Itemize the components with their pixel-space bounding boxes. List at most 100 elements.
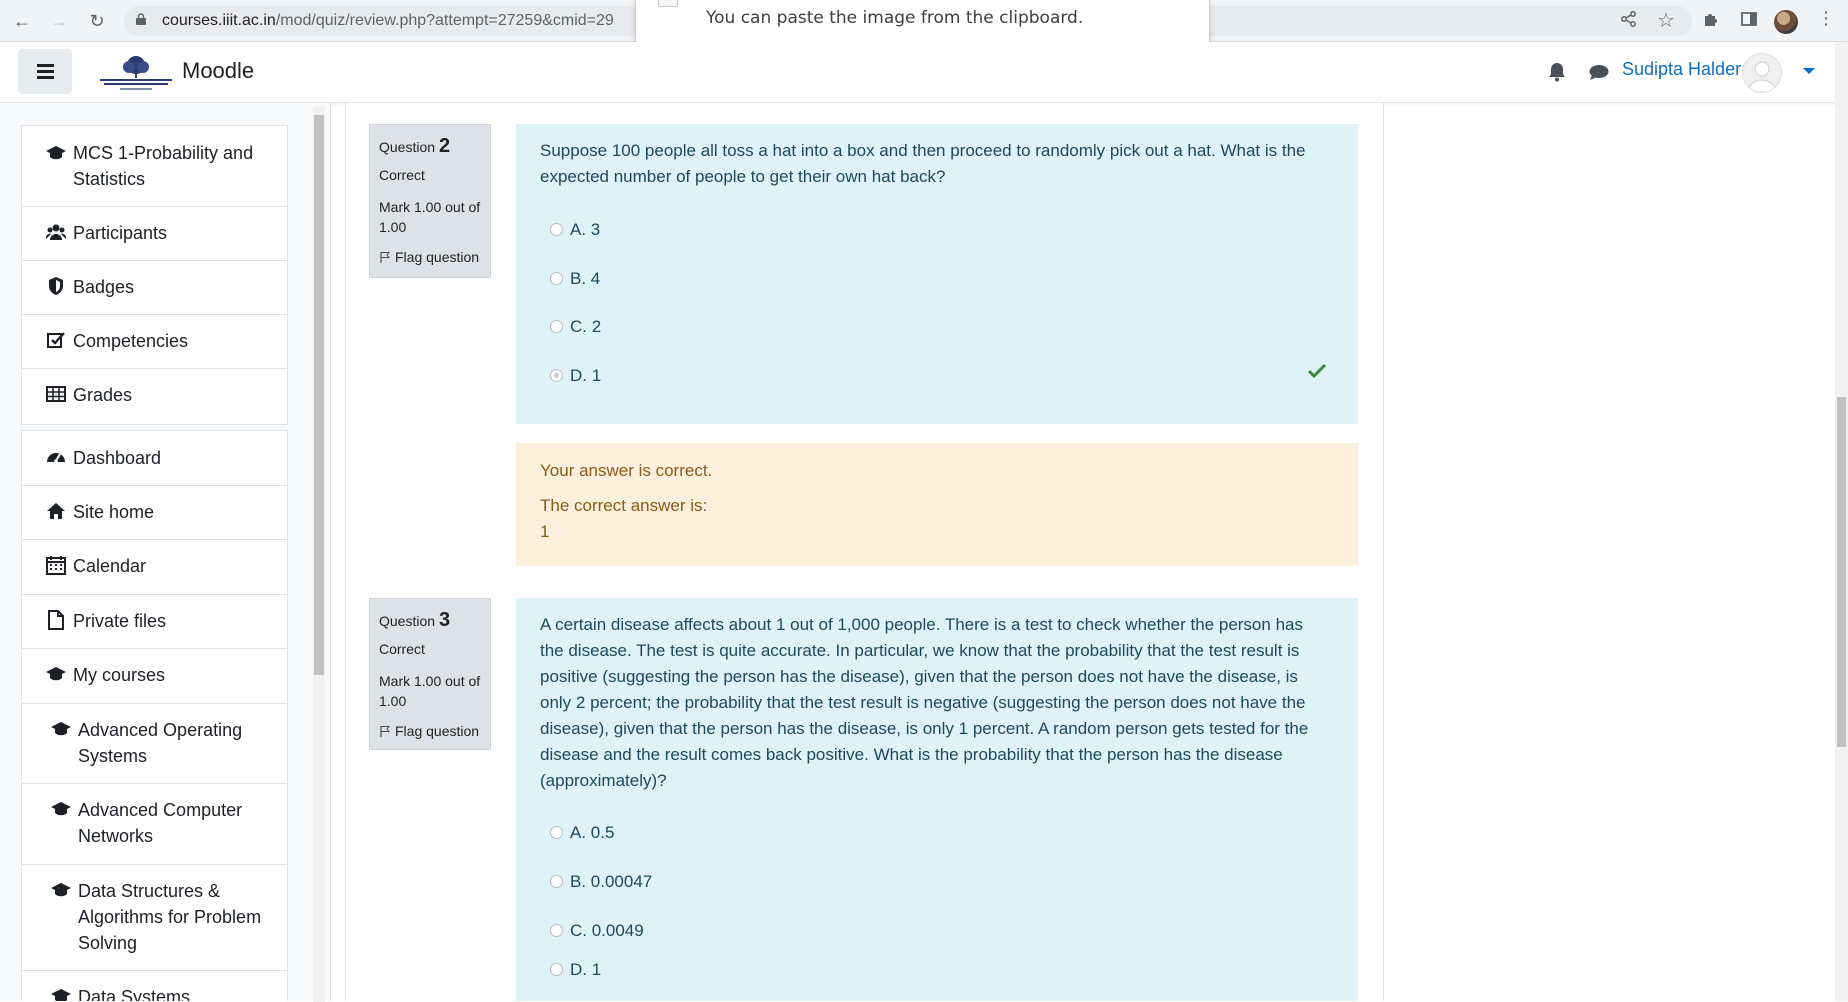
extensions-puzzle-icon[interactable] <box>1702 10 1720 28</box>
drawer-item-label: Advanced Operating Systems <box>78 720 243 766</box>
drawer-item-badges[interactable]: Badges <box>22 260 287 315</box>
dashboard-icon <box>47 453 65 463</box>
drawer-item-competencies[interactable]: Competencies <box>22 314 287 369</box>
drawer-item-grades[interactable]: Grades <box>22 368 287 423</box>
drawer-item-label: My courses <box>73 665 166 685</box>
drawer-item-label: Grades <box>73 385 133 405</box>
chat-bubble-icon[interactable] <box>1589 64 1609 81</box>
question-formulation-q3: A certain disease affects about 1 out of… <box>516 598 1358 1001</box>
drawer-item-label: Data Systems <box>78 987 191 1001</box>
shield-icon <box>49 277 63 295</box>
user-name[interactable]: Sudipta Halder <box>1622 59 1741 80</box>
drawer-item-course-aos[interactable]: Advanced Operating Systems <box>22 703 287 784</box>
radio-button[interactable] <box>550 875 563 888</box>
users-icon <box>46 224 66 240</box>
drawer-toggle-button[interactable] <box>18 49 72 94</box>
drawer-item-my-courses[interactable]: My courses <box>22 648 287 704</box>
bookmark-star-icon[interactable]: ☆ <box>1657 8 1675 33</box>
radio-button[interactable] <box>550 320 563 333</box>
user-avatar[interactable] <box>1742 53 1782 93</box>
bell-icon[interactable] <box>1548 62 1566 82</box>
question-text: Suppose 100 people all toss a hat into a… <box>540 141 1306 186</box>
flag-icon <box>380 252 391 263</box>
drawer-item-label: Badges <box>73 277 135 297</box>
radio-button[interactable] <box>550 272 563 285</box>
correct-check-icon <box>1308 364 1326 378</box>
graduation-cap-icon <box>46 667 66 681</box>
drawer-item-participants[interactable]: Participants <box>22 206 287 261</box>
reload-icon[interactable]: ↻ <box>84 8 110 34</box>
nav-drawer: MCS 1-Probability and Statistics Partici… <box>0 103 331 1001</box>
check-square-icon <box>47 332 65 348</box>
graduation-cap-icon <box>46 146 66 160</box>
course-nav-group: MCS 1-Probability and Statistics Partici… <box>21 125 288 425</box>
radio-button[interactable] <box>550 963 563 976</box>
drawer-scrollbar[interactable] <box>313 107 325 1002</box>
graduation-cap-icon <box>51 883 71 897</box>
drawer-item-private-files[interactable]: Private files <box>22 594 287 649</box>
question-number: Question 3 <box>379 609 451 631</box>
question-grade: Mark 1.00 out of 1.00 <box>379 199 481 235</box>
drawer-item-label: MCS 1-Probability and Statistics <box>73 143 254 189</box>
url-path: /mod/quiz/review.php?attempt=27259&cmid=… <box>275 12 614 29</box>
radio-button-selected[interactable] <box>550 369 563 382</box>
radio-button[interactable] <box>550 223 563 236</box>
drawer-item-label: Participants <box>73 223 168 243</box>
drawer-item-course-dsa[interactable]: Data Structures & Algorithms for Problem… <box>22 864 287 971</box>
clipboard-toast: You can paste the image from the clipboa… <box>635 0 1210 46</box>
profile-avatar[interactable] <box>1774 10 1798 34</box>
feedback-correct-value: 1 <box>540 522 550 541</box>
page-scrollbar[interactable] <box>1835 42 1848 1001</box>
site-nav-group: Dashboard Site home Calendar Private fil… <box>21 430 288 1001</box>
top-navbar: Moodle Sudipta Halder <box>0 42 1848 103</box>
clipboard-image-icon <box>658 0 678 7</box>
table-icon <box>46 386 66 402</box>
question-state: Correct <box>379 641 425 657</box>
url-text: courses.iiit.ac.in/mod/quiz/review.php?a… <box>162 12 614 30</box>
flag-icon <box>380 726 391 737</box>
url-host: courses.iiit.ac.in <box>162 12 276 29</box>
graduation-cap-icon <box>51 722 71 736</box>
radio-button[interactable] <box>550 924 563 937</box>
question-number: Question 2 <box>379 135 451 157</box>
drawer-item-label: Calendar <box>73 556 147 576</box>
iiit-logo <box>100 56 172 90</box>
radio-button[interactable] <box>550 826 563 839</box>
lock-icon <box>136 13 146 25</box>
drawer-item-course[interactable]: MCS 1-Probability and Statistics <box>22 126 287 207</box>
user-menu-chevron-down-icon[interactable] <box>1803 68 1815 74</box>
more-menu-icon[interactable]: ⋮ <box>1817 8 1835 29</box>
file-icon <box>48 610 64 630</box>
feedback-correct-label: The correct answer is: <box>540 496 708 515</box>
drawer-item-calendar[interactable]: Calendar <box>22 539 287 595</box>
question-info-q3: Question 3 Correct Mark 1.00 out of 1.00… <box>369 598 491 750</box>
back-arrow-icon[interactable]: ← <box>9 8 35 34</box>
question-info-q2: Question 2 Correct Mark 1.00 out of 1.00… <box>369 124 491 278</box>
drawer-item-course-acn[interactable]: Advanced Computer Networks <box>22 783 287 865</box>
question-text: A certain disease affects about 1 out of… <box>540 615 1309 790</box>
drawer-item-site-home[interactable]: Site home <box>22 485 287 540</box>
drawer-item-label: Private files <box>73 611 167 631</box>
drawer-item-dashboard[interactable]: Dashboard <box>22 431 287 486</box>
graduation-cap-icon <box>51 802 71 816</box>
graduation-cap-icon <box>51 989 71 1001</box>
flag-question-link[interactable]: Flag question <box>379 723 479 739</box>
side-panel-icon[interactable] <box>1740 10 1758 28</box>
feedback-result: Your answer is correct. <box>540 461 713 480</box>
drawer-item-label: Competencies <box>73 331 189 351</box>
site-brand[interactable]: Moodle <box>182 58 254 84</box>
calendar-icon <box>46 556 66 575</box>
drawer-item-label: Advanced Computer Networks <box>78 800 243 846</box>
drawer-item-label: Dashboard <box>73 448 162 468</box>
question-state: Correct <box>379 167 425 183</box>
share-icon[interactable] <box>1620 10 1638 28</box>
drawer-item-course-ds[interactable]: Data Systems <box>22 970 287 1001</box>
forward-arrow-icon[interactable]: → <box>46 8 72 34</box>
home-icon <box>47 503 65 519</box>
question-grade: Mark 1.00 out of 1.00 <box>379 673 481 709</box>
toast-message: You can paste the image from the clipboa… <box>706 8 1084 28</box>
drawer-item-label: Site home <box>73 502 155 522</box>
flag-question-link[interactable]: Flag question <box>379 249 479 265</box>
drawer-item-label: Data Structures & Algorithms for Problem… <box>78 881 262 953</box>
question-formulation-q2: Suppose 100 people all toss a hat into a… <box>516 124 1358 424</box>
